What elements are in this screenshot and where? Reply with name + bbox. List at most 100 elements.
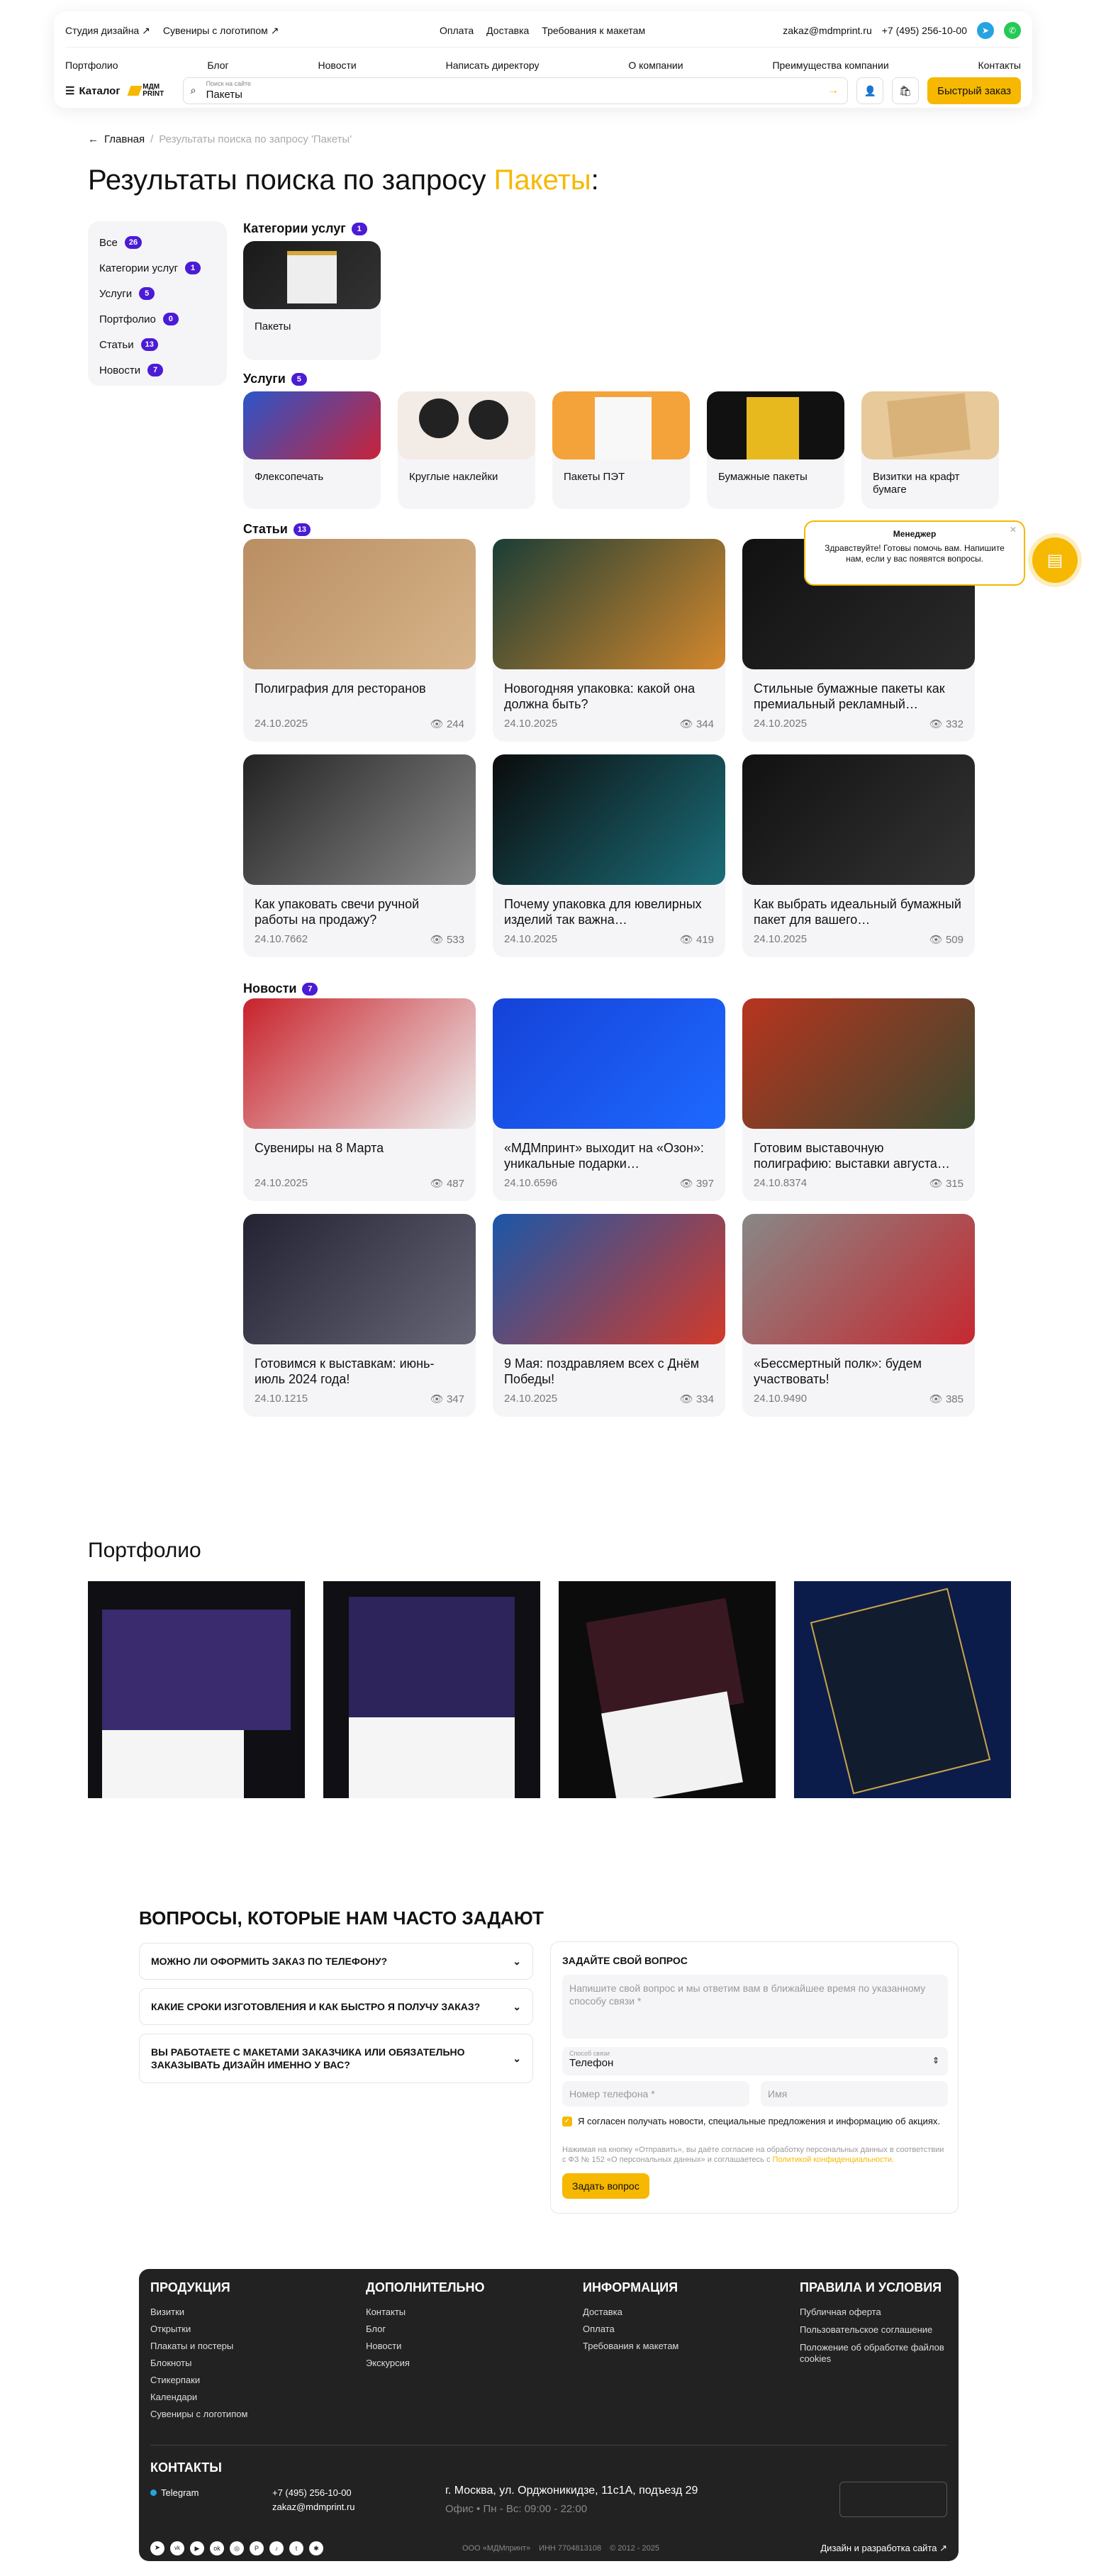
news-card[interactable]: Готовимся к выставкам: июнь-июль 2024 го…: [243, 1214, 476, 1417]
pinterest-icon[interactable]: P: [250, 2541, 264, 2555]
filter-all[interactable]: Все 26: [99, 230, 216, 255]
footer-email[interactable]: zakaz@mdmprint.ru: [272, 2502, 355, 2512]
category-card[interactable]: Пакеты: [243, 241, 381, 360]
question-textarea[interactable]: Напишите свой вопрос и мы ответим вам в …: [562, 1975, 948, 2039]
footer-link[interactable]: Сувениры с логотипом: [150, 2409, 247, 2419]
filter-portfolio[interactable]: Портфолио 0: [99, 306, 216, 332]
footer-link[interactable]: Доставка: [583, 2307, 678, 2317]
footer-link[interactable]: Календари: [150, 2392, 247, 2402]
footer-link[interactable]: Положение об обработке файлов cookies: [800, 2342, 949, 2365]
souvenirs-link[interactable]: Сувениры с логотипом ↗: [163, 25, 279, 37]
requirements-link[interactable]: Требования к макетам: [542, 25, 645, 36]
footer-link[interactable]: Блокноты: [150, 2358, 247, 2368]
email-link[interactable]: zakaz@mdmprint.ru: [783, 25, 871, 36]
social-icons: ➤ vk ▶ ok ◎ P ♪ t ✱: [150, 2541, 323, 2555]
article-card[interactable]: Полиграфия для ресторанов 24.10.2025 👁 2…: [243, 539, 476, 742]
telegram-icon[interactable]: ➤: [977, 22, 994, 39]
developer-link[interactable]: Дизайн и разработка сайта ↗: [820, 2543, 947, 2554]
nav-contacts[interactable]: Контакты: [978, 60, 1021, 71]
instagram-icon[interactable]: ◎: [230, 2541, 244, 2555]
footer-link[interactable]: Визитки: [150, 2307, 247, 2317]
service-card[interactable]: Флексопечать: [243, 391, 381, 509]
dzen-icon[interactable]: ✱: [309, 2541, 323, 2555]
footer-link[interactable]: Оплата: [583, 2324, 678, 2334]
user-icon[interactable]: 👤: [856, 77, 884, 104]
footer-link[interactable]: Стикерпаки: [150, 2375, 247, 2385]
faq-item[interactable]: Можно ли оформить заказ по телефону? ⌄: [139, 1943, 533, 1980]
arrow-right-icon[interactable]: →: [827, 84, 839, 97]
news-card[interactable]: «Бессмертный полк»: будем участвовать! 2…: [742, 1214, 975, 1417]
service-card[interactable]: Визитки на крафт бумаге: [861, 391, 999, 509]
search-input[interactable]: ⌕ Поиск на сайте Пакеты →: [182, 77, 849, 104]
search-icon: ⌕: [190, 84, 196, 96]
pay-link[interactable]: Оплата: [440, 25, 474, 36]
name-field[interactable]: Имя: [761, 2081, 948, 2107]
arrow-left-icon[interactable]: ←: [88, 133, 99, 145]
delivery-link[interactable]: Доставка: [486, 25, 529, 36]
telegram-link[interactable]: Telegram: [150, 2487, 199, 2498]
close-icon[interactable]: ✕: [1010, 525, 1017, 535]
ok-icon[interactable]: ok: [210, 2541, 224, 2555]
filter-news[interactable]: Новости 7: [99, 357, 216, 383]
news-card[interactable]: 9 Мая: поздравляем всех с Днём Победы! 2…: [493, 1214, 725, 1417]
service-card[interactable]: Круглые наклейки: [398, 391, 535, 509]
question-form: ЗАДАЙТЕ СВОЙ ВОПРОС Напишите свой вопрос…: [550, 1941, 959, 2214]
studio-link[interactable]: Студия дизайна ↗: [65, 25, 150, 37]
filter-articles[interactable]: Статьи 13: [99, 332, 216, 357]
footer-link[interactable]: Плакаты и постеры: [150, 2341, 247, 2351]
footer-link[interactable]: Требования к макетам: [583, 2341, 678, 2351]
map-widget[interactable]: [839, 2482, 947, 2517]
tumblr-icon[interactable]: t: [289, 2541, 303, 2555]
portfolio-item[interactable]: [559, 1581, 776, 1798]
portfolio-item[interactable]: [88, 1581, 305, 1798]
footer-phone[interactable]: +7 (495) 256-10-00: [272, 2487, 352, 2498]
telegram-icon[interactable]: ➤: [150, 2541, 164, 2555]
nav-advantages[interactable]: Преимущества компании: [772, 60, 888, 71]
article-card[interactable]: Как упаковать свечи ручной работы на про…: [243, 754, 476, 957]
quick-order-button[interactable]: Быстрый заказ: [927, 77, 1021, 104]
footer-link[interactable]: Открытки: [150, 2324, 247, 2334]
footer-link[interactable]: Публичная оферта: [800, 2307, 949, 2318]
catalog-button[interactable]: ☰ Каталог: [65, 84, 121, 98]
article-card[interactable]: Новогодняя упаковка: какой она должна бы…: [493, 539, 725, 742]
youtube-icon[interactable]: ▶: [190, 2541, 204, 2555]
submit-button[interactable]: Задать вопрос: [562, 2173, 649, 2199]
footer-link[interactable]: Пользовательское соглашение: [800, 2324, 949, 2336]
phone-link[interactable]: +7 (495) 256-10-00: [882, 25, 967, 36]
chat-button[interactable]: ▤: [1032, 537, 1078, 583]
vk-icon[interactable]: vk: [170, 2541, 184, 2555]
filter-categories[interactable]: Категории услуг 1: [99, 255, 216, 281]
nav-about[interactable]: О компании: [628, 60, 683, 71]
company-inn: ИНН 7704813108: [539, 2544, 602, 2553]
service-card[interactable]: Бумажные пакеты: [707, 391, 844, 509]
cart-icon[interactable]: 🛍: [892, 77, 920, 104]
contact-method-select[interactable]: Способ связи Телефон ⇕: [562, 2047, 948, 2075]
breadcrumb-home[interactable]: Главная: [104, 133, 145, 145]
faq-item[interactable]: Какие сроки изготовления и как быстро я …: [139, 1988, 533, 2025]
article-card[interactable]: Почему упаковка для ювелирных изделий та…: [493, 754, 725, 957]
footer-link[interactable]: Экскурсия: [366, 2358, 484, 2368]
portfolio-item[interactable]: [794, 1581, 1011, 1798]
privacy-link[interactable]: Политикой конфиденциальности.: [773, 2156, 894, 2164]
news-card[interactable]: «МДМпринт» выходит на «Озон»: уникальные…: [493, 998, 725, 1201]
chat-popup[interactable]: Менеджер Здравствуйте! Готовы помочь вам…: [804, 520, 1025, 586]
news-card[interactable]: Готовим выставочную полиграфию: выставки…: [742, 998, 975, 1201]
nav-director[interactable]: Написать директору: [446, 60, 540, 71]
whatsapp-icon[interactable]: ✆: [1004, 22, 1021, 39]
faq-item[interactable]: Вы работаете с макетами заказчика или об…: [139, 2034, 533, 2083]
article-card[interactable]: Как выбрать идеальный бумажный пакет для…: [742, 754, 975, 957]
logo[interactable]: МДМ PRINT: [127, 80, 174, 101]
footer-link[interactable]: Блог: [366, 2324, 484, 2334]
portfolio-item[interactable]: [323, 1581, 540, 1798]
phone-field[interactable]: Номер телефона *: [562, 2081, 749, 2107]
filter-services[interactable]: Услуги 5: [99, 281, 216, 306]
footer-link[interactable]: Контакты: [366, 2307, 484, 2317]
consent-checkbox[interactable]: ✓: [562, 2117, 572, 2126]
tiktok-icon[interactable]: ♪: [269, 2541, 284, 2555]
nav-blog[interactable]: Блог: [207, 60, 228, 71]
service-card[interactable]: Пакеты ПЭТ: [552, 391, 690, 509]
nav-news[interactable]: Новости: [318, 60, 357, 71]
news-card[interactable]: Сувениры на 8 Марта 24.10.2025 👁 487: [243, 998, 476, 1201]
footer-link[interactable]: Новости: [366, 2341, 484, 2351]
nav-portfolio[interactable]: Портфолио: [65, 60, 118, 71]
